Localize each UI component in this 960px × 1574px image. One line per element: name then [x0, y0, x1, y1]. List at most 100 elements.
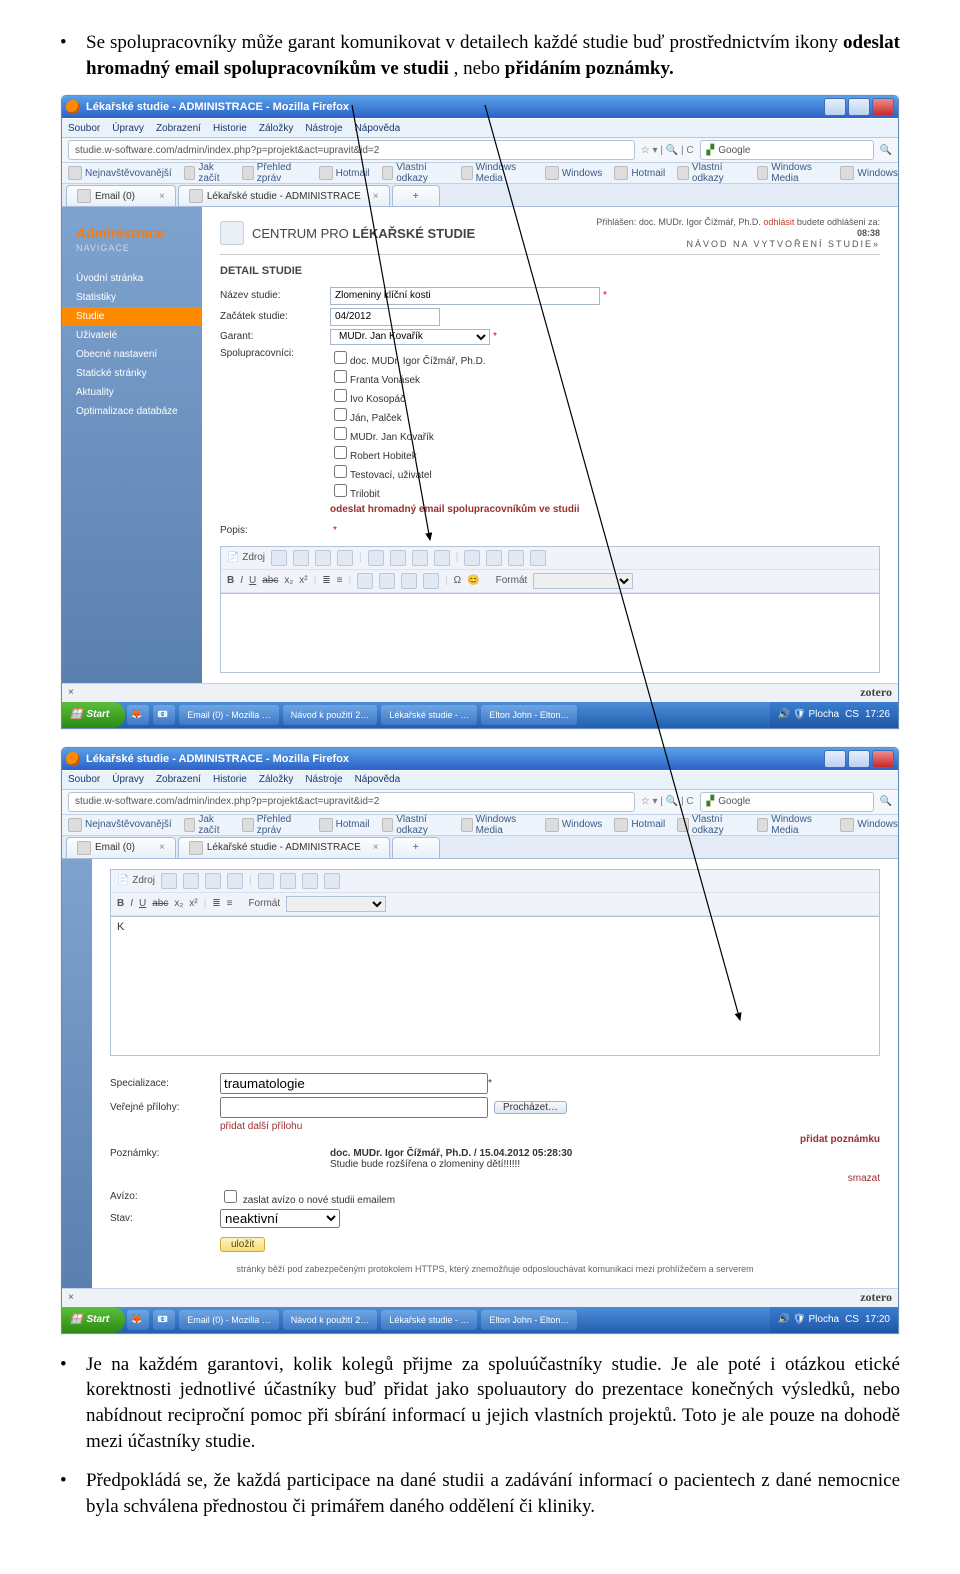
header-right: Přihlášen: doc. MUDr. Igor Čížmář, Ph.D.… [596, 217, 880, 249]
menu-help[interactable]: Nápověda [355, 123, 401, 134]
menu-history[interactable]: Historie [213, 123, 247, 134]
firefox-icon [66, 752, 80, 766]
cb-spol-3[interactable] [334, 408, 347, 421]
zotero-label: zotero [860, 685, 892, 700]
app-content: Administrace NAVIGACE Úvodní stránka Sta… [62, 207, 898, 682]
p1-bold2: přidáním poznámky. [505, 58, 674, 79]
sidebar-item-studie[interactable]: Studie [62, 307, 202, 326]
address-input-2[interactable]: studie.w-software.com/admin/index.php?p=… [68, 792, 635, 812]
window-title-2: Lékařské studie - ADMINISTRACE - Mozilla… [86, 753, 349, 765]
save-button[interactable]: uložit [220, 1237, 265, 1252]
cb-spol-7[interactable] [334, 484, 347, 497]
taskbar-item-0[interactable]: Email (0) - Mozilla … [179, 705, 279, 725]
rich-toolbar-2[interactable]: 📄 Zdroj | BIUabc x₂x² | ≣≡ Formát [110, 869, 880, 917]
mass-email-link[interactable]: odeslat hromadný email spolupracovníkům … [330, 504, 880, 515]
screenshot-1: Lékařské studie - ADMINISTRACE - Mozilla… [61, 95, 899, 728]
search-icon-2[interactable]: 🔍 [880, 796, 892, 807]
https-footer: stránky běží pod zabezpečeným protokolem… [110, 1264, 880, 1274]
minimize-button[interactable] [824, 98, 846, 116]
lbl-avizo: Avízo: [110, 1191, 220, 1202]
bookmarks-bar-2[interactable]: Nejnavštěvovanější Jak začít Přehled zpr… [62, 815, 898, 836]
tab-strip[interactable]: Email (0)× Lékařské studie - ADMINISTRAC… [62, 184, 898, 207]
menu-bar-2[interactable]: SouborÚpravyZobrazeníHistorieZáložkyNást… [62, 770, 898, 790]
window-titlebar: Lékařské studie - ADMINISTRACE - Mozilla… [62, 96, 898, 118]
tab-strip-2[interactable]: Email (0)× Lékařské studie - ADMINISTRAC… [62, 836, 898, 859]
address-bar-row: studie.w-software.com/admin/index.php?p=… [62, 138, 898, 163]
input-zacatek[interactable] [330, 308, 440, 326]
menu-bookmarks[interactable]: Záložky [259, 123, 293, 134]
maximize-button-2[interactable] [848, 750, 870, 768]
input-spec[interactable] [220, 1073, 488, 1094]
logout-link[interactable]: odhlásit [763, 217, 794, 227]
input-nazev[interactable] [330, 287, 600, 305]
close-button[interactable] [872, 98, 894, 116]
taskbar-item-1[interactable]: Návod k použití 2… [283, 705, 378, 725]
select-format-2[interactable] [286, 896, 386, 912]
menu-bar[interactable]: Soubor Úpravy Zobrazení Historie Záložky… [62, 118, 898, 138]
lbl-spec: Specializace: [110, 1078, 220, 1089]
sidebar-item-news[interactable]: Aktuality [62, 383, 202, 402]
sidebar-item-settings[interactable]: Obecné nastavení [62, 345, 202, 364]
taskbar-item-2[interactable]: Lékařské studie - … [381, 705, 477, 725]
section-title: DETAIL STUDIE [220, 265, 880, 277]
input-prilohy[interactable] [220, 1097, 488, 1118]
lbl-poznamky: Poznámky: [110, 1148, 220, 1159]
sidebar-item-stats[interactable]: Statistiky [62, 288, 202, 307]
search-input-2[interactable]: ▞Google [700, 792, 874, 812]
paragraph-2: Je na každém garantovi, kolik kolegů při… [86, 1352, 900, 1455]
minimize-button-2[interactable] [824, 750, 846, 768]
menu-file[interactable]: Soubor [68, 123, 100, 134]
bookmarks-bar[interactable]: Nejnavštěvovanější Jak začít Přehled zpr… [62, 163, 898, 184]
sidebar-item-users[interactable]: Uživatelé [62, 326, 202, 345]
sidebar-item-dbopt[interactable]: Optimalizace databáze [62, 402, 202, 421]
maximize-button[interactable] [848, 98, 870, 116]
address-input[interactable]: studie.w-software.com/admin/index.php?p=… [68, 140, 635, 160]
statusbar-2: ×zotero [62, 1288, 898, 1307]
menu-edit[interactable]: Úpravy [112, 123, 144, 134]
cb-spol-6[interactable] [334, 465, 347, 478]
system-tray[interactable]: 🔊 🛡 Plocha CS 17:26 [770, 702, 898, 728]
lbl-nazev: Název studie: [220, 290, 330, 301]
screenshot-2: Lékařské studie - ADMINISTRACE - Mozilla… [61, 747, 899, 1334]
bullet-dot: • [60, 1352, 86, 1455]
delete-note-link[interactable]: smazat [848, 1173, 880, 1184]
tab-new[interactable]: + [392, 185, 440, 206]
cb-spol-5[interactable] [334, 446, 347, 459]
close-button-2[interactable] [872, 750, 894, 768]
sidebar-item-static[interactable]: Statické stránky [62, 364, 202, 383]
start-button-2[interactable]: 🪟 Start [62, 1307, 125, 1333]
cb-avizo[interactable] [224, 1190, 237, 1203]
add-note-link[interactable]: přidat poznámku [110, 1134, 880, 1145]
cb-spol-1[interactable] [334, 370, 347, 383]
lbl-stav: Stav: [110, 1213, 220, 1224]
search-input[interactable]: ▞Google [700, 140, 874, 160]
rich-toolbar[interactable]: 📄 Zdroj | | BIUabc x₂x² | ≣≡ | [220, 546, 880, 594]
select-stav[interactable]: neaktivní [220, 1209, 340, 1228]
add-attachment-link[interactable]: přidat další přílohu [220, 1121, 302, 1132]
tab-email[interactable]: Email (0)× [66, 185, 176, 206]
rich-body-2[interactable]: K [110, 917, 880, 1056]
lbl-zacatek: Začátek studie: [220, 311, 330, 322]
taskbar-2[interactable]: 🪟 Start 🦊 📧 Email (0) - Mozilla … Návod … [62, 1307, 898, 1333]
search-icon[interactable]: 🔍 [880, 145, 892, 156]
select-garant[interactable]: MUDr. Jan Kovařík [330, 329, 490, 345]
sidebar-item-home[interactable]: Úvodní stránka [62, 269, 202, 288]
note-text: Studie bude rozšířena o zlomeniny dětí!!… [330, 1159, 520, 1170]
select-format[interactable] [533, 573, 633, 589]
sidebar-subtitle: NAVIGACE [62, 243, 202, 269]
main-panel-2: 📄 Zdroj | BIUabc x₂x² | ≣≡ Formát K [92, 859, 898, 1288]
guide-link[interactable]: NÁVOD NA VYTVOŘENÍ STUDIE» [596, 239, 880, 250]
menu-view[interactable]: Zobrazení [156, 123, 201, 134]
taskbar-item-3[interactable]: Elton John - Elton… [481, 705, 577, 725]
tab-admin[interactable]: Lékařské studie - ADMINISTRACE× [178, 185, 390, 206]
menu-tools[interactable]: Nástroje [305, 123, 342, 134]
start-button[interactable]: 🪟 Start [62, 702, 125, 728]
firefox-icon [66, 100, 80, 114]
cb-spol-2[interactable] [334, 389, 347, 402]
rich-body[interactable] [220, 594, 880, 673]
browse-button[interactable]: Procházet… [494, 1101, 567, 1114]
cb-spol-4[interactable] [334, 427, 347, 440]
lbl-garant: Garant: [220, 331, 330, 342]
taskbar[interactable]: 🪟 Start 🦊 📧 Email (0) - Mozilla … Návod … [62, 702, 898, 728]
cb-spol-0[interactable] [334, 351, 347, 364]
